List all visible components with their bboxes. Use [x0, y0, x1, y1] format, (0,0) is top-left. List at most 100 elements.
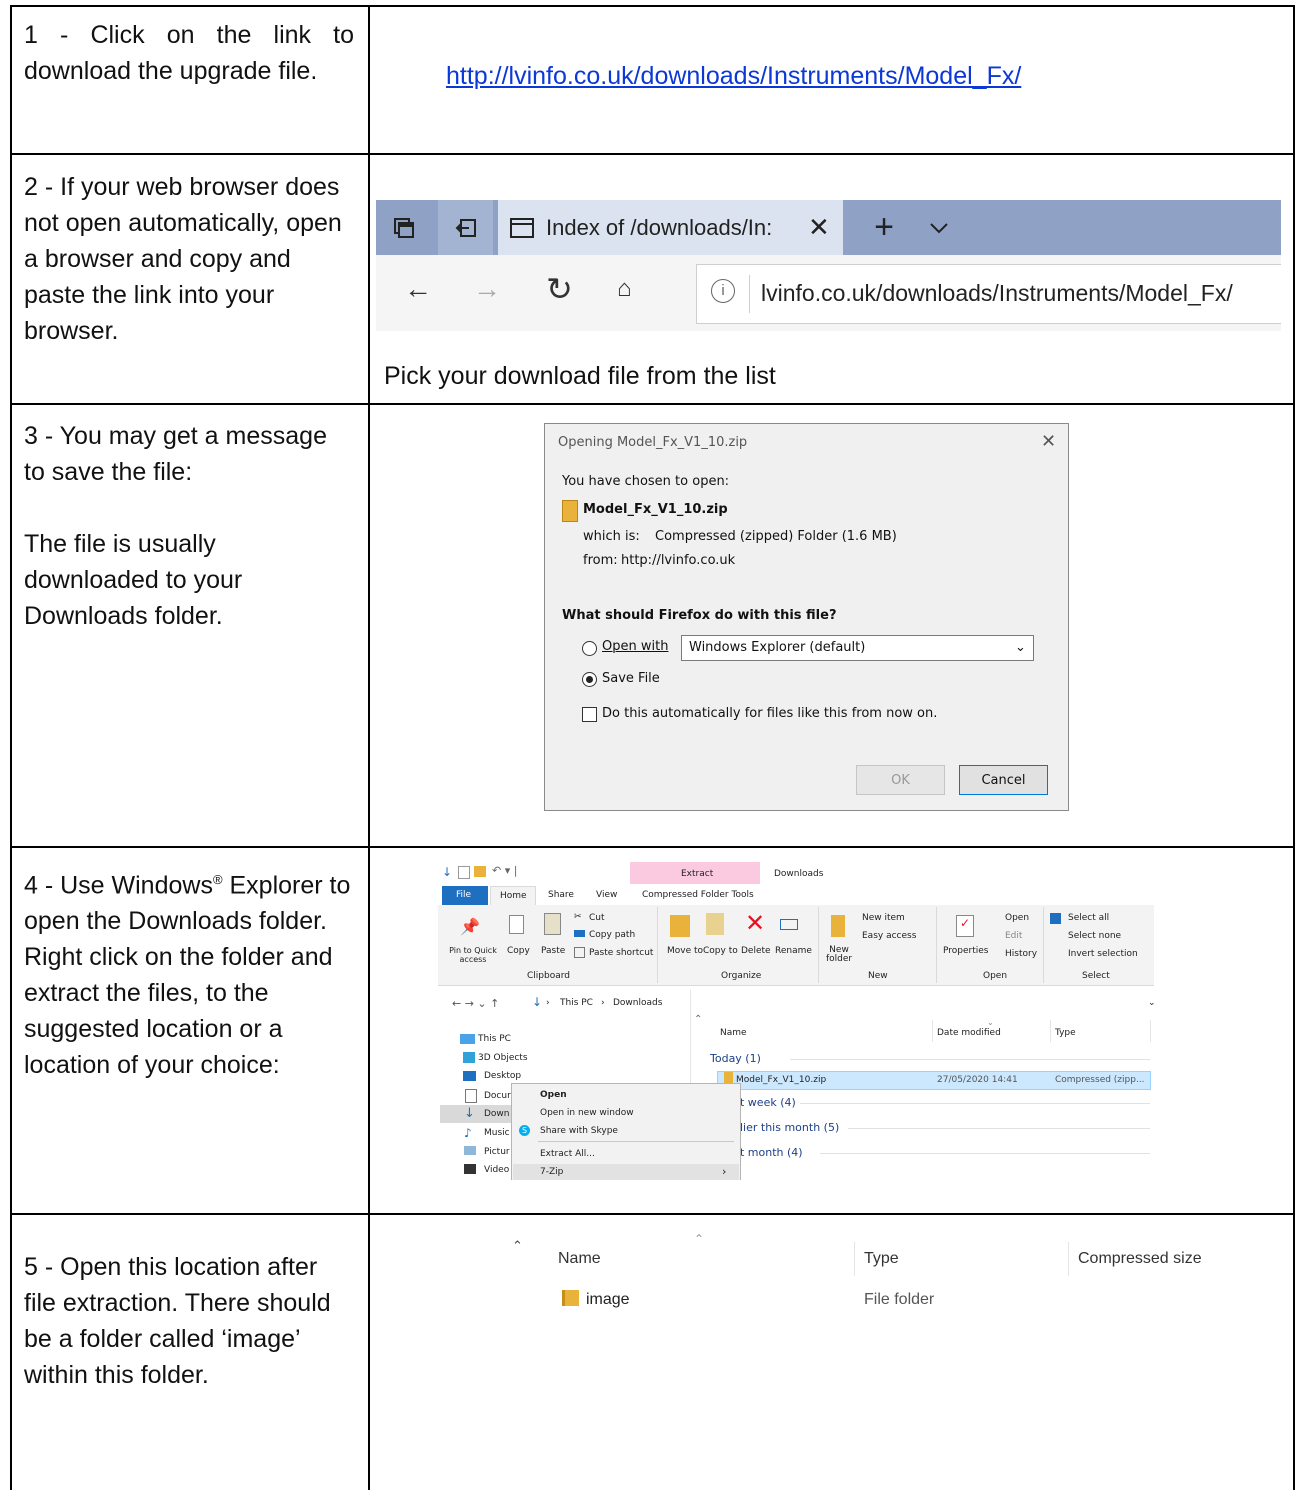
new-item-button[interactable]: New item [862, 913, 905, 923]
ribbon: 📌 Pin to Quick access Copy Paste ✂ Cut C… [438, 905, 1154, 986]
properties-button[interactable]: Properties [943, 946, 988, 956]
file-tab[interactable]: File [442, 886, 488, 905]
cut-icon: ✂ [574, 912, 582, 922]
tab-bar: Index of /downloads/In: ✕ + [376, 200, 1281, 255]
paste-shortcut-button[interactable]: Paste shortcut [589, 948, 653, 958]
select-all-button[interactable]: Select all [1068, 913, 1109, 923]
info-icon[interactable]: i [711, 279, 735, 303]
menu-7zip[interactable]: 7-Zip [540, 1167, 563, 1177]
refresh-icon[interactable]: ↻ [546, 270, 573, 308]
forward-icon[interactable]: → [473, 273, 501, 305]
nav-scroll-up-icon[interactable]: ⌃ [694, 1014, 702, 1025]
paste-button[interactable]: Paste [541, 946, 565, 956]
chevron-down-icon[interactable] [914, 200, 964, 255]
cut-button[interactable]: Cut [589, 913, 605, 923]
download-link[interactable]: http://lvinfo.co.uk/downloads/Instrument… [446, 62, 1021, 91]
from-label: from: [583, 553, 618, 568]
copy-button[interactable]: Copy [507, 946, 530, 956]
new-group-label: New [868, 971, 888, 981]
dialog-close-icon[interactable]: ✕ [1041, 431, 1056, 452]
breadcrumb-sep-2: › [601, 998, 605, 1008]
home-icon[interactable]: ⌂ [617, 275, 632, 303]
extracted-row-name[interactable]: image [586, 1291, 630, 1309]
menu-share-skype[interactable]: Share with Skype [540, 1126, 618, 1136]
new-tab-icon[interactable]: + [854, 200, 914, 255]
delete-button[interactable]: Delete [741, 946, 771, 956]
step-3-text: 3 - You may get a message to save the fi… [24, 418, 354, 634]
nav-3d-objects[interactable]: 3D Objects [478, 1053, 528, 1063]
zip-file-icon [562, 500, 578, 522]
home-tab-label: Home [500, 891, 527, 901]
group-today[interactable]: Today (1) [710, 1052, 761, 1065]
rename-button[interactable]: Rename [775, 946, 812, 956]
pin-to-quick-access-button[interactable]: Pin to Quick access [446, 946, 500, 964]
back-icon[interactable]: ← [404, 273, 432, 305]
select-all-icon [1050, 913, 1061, 924]
table-border-top [10, 5, 1295, 7]
extracted-column-compressed-size[interactable]: Compressed size [1078, 1250, 1202, 1268]
select-none-button[interactable]: Select none [1068, 931, 1121, 941]
chosen-label: You have chosen to open: [562, 474, 730, 489]
nav-music[interactable]: Music [484, 1128, 510, 1138]
explorer-nav-arrows-icon[interactable]: ← → ⌄ ↑ [452, 997, 499, 1010]
invert-selection-button[interactable]: Invert selection [1068, 949, 1138, 959]
menu-open-new-window[interactable]: Open in new window [540, 1108, 634, 1118]
address-bar[interactable]: i lvinfo.co.uk/downloads/Instruments/Mod… [696, 264, 1281, 324]
breadcrumb-this-pc[interactable]: This PC [560, 998, 593, 1008]
new-folder-button[interactable]: New folder [826, 946, 852, 964]
view-tab[interactable]: View [596, 890, 617, 900]
compressed-folder-tools-tab[interactable]: Compressed Folder Tools [642, 890, 754, 900]
extract-tab[interactable]: Extract [630, 862, 760, 884]
open-with-radio[interactable] [582, 641, 597, 656]
ok-button[interactable]: OK [856, 765, 945, 795]
clipboard-group-label: Clipboard [527, 971, 570, 981]
nav-pictures[interactable]: Pictur [484, 1147, 510, 1157]
extracted-folder-view: ⌃ ⌃ Name Type Compressed size image File… [508, 1232, 1224, 1442]
extracted-column-type[interactable]: Type [864, 1250, 899, 1268]
move-to-button[interactable]: Move to [667, 946, 703, 956]
tab-preview-icon[interactable] [376, 200, 431, 255]
pin-icon: 📌 [460, 917, 480, 936]
nav-this-pc[interactable]: This PC [478, 1034, 511, 1044]
tab-index-of-downloads[interactable]: Index of /downloads/In: ✕ [498, 200, 843, 255]
step-3-instruction: 3 - You may get a message to save the fi… [24, 422, 327, 486]
history-button[interactable]: History [1005, 949, 1037, 959]
select-chevron-icon: ⌄ [1015, 640, 1026, 655]
navigation-bar: ← → ↻ ⌂ i lvinfo.co.uk/downloads/Instrum… [376, 255, 1281, 331]
copy-path-button[interactable]: Copy path [589, 930, 635, 940]
undo-qat-icon: ↶ ▾ | [492, 864, 518, 877]
group-last-month[interactable]: t month (4) [740, 1146, 803, 1159]
open-button[interactable]: Open [1005, 913, 1029, 923]
set-aside-icon[interactable] [438, 200, 493, 255]
easy-access-button[interactable]: Easy access [862, 931, 916, 941]
row-divider-3 [10, 846, 1295, 848]
share-tab[interactable]: Share [548, 890, 574, 900]
edit-button[interactable]: Edit [1005, 931, 1022, 941]
menu-extract-all[interactable]: Extract All... [540, 1149, 595, 1159]
cancel-button[interactable]: Cancel [959, 765, 1048, 795]
nav-desktop[interactable]: Desktop [484, 1071, 521, 1081]
open-with-select[interactable]: Windows Explorer (default) ⌄ [681, 635, 1034, 661]
column-type[interactable]: Type [1055, 1028, 1076, 1038]
menu-open[interactable]: Open [540, 1090, 567, 1100]
group-last-week[interactable]: t week (4) [740, 1096, 796, 1109]
open-with-app: Windows Explorer (default) [689, 640, 866, 655]
nav-documents[interactable]: Docur [484, 1091, 511, 1101]
registered-mark: ® [212, 872, 223, 887]
copy-to-button[interactable]: Copy to [703, 946, 738, 956]
folder-icon [562, 1290, 579, 1306]
save-file-radio[interactable] [582, 672, 597, 687]
group-earlier-this-month[interactable]: lier this month (5) [740, 1121, 839, 1134]
column-name[interactable]: Name [720, 1028, 747, 1038]
auto-checkbox[interactable] [582, 707, 597, 722]
breadcrumb-downloads[interactable]: Downloads [613, 998, 662, 1008]
address-chevron-icon[interactable]: ⌄ [1148, 998, 1154, 1008]
home-tab[interactable]: Home [490, 886, 536, 907]
close-icon[interactable]: ✕ [808, 212, 830, 243]
extracted-column-name[interactable]: Name [558, 1250, 601, 1268]
nav-downloads[interactable]: Down [484, 1109, 510, 1119]
copy-to-icon [706, 913, 724, 935]
nav-videos[interactable]: Video [484, 1165, 509, 1175]
column-date-modified[interactable]: Date modified [937, 1028, 1001, 1038]
scroll-up-icon[interactable]: ⌃ [512, 1238, 523, 1254]
